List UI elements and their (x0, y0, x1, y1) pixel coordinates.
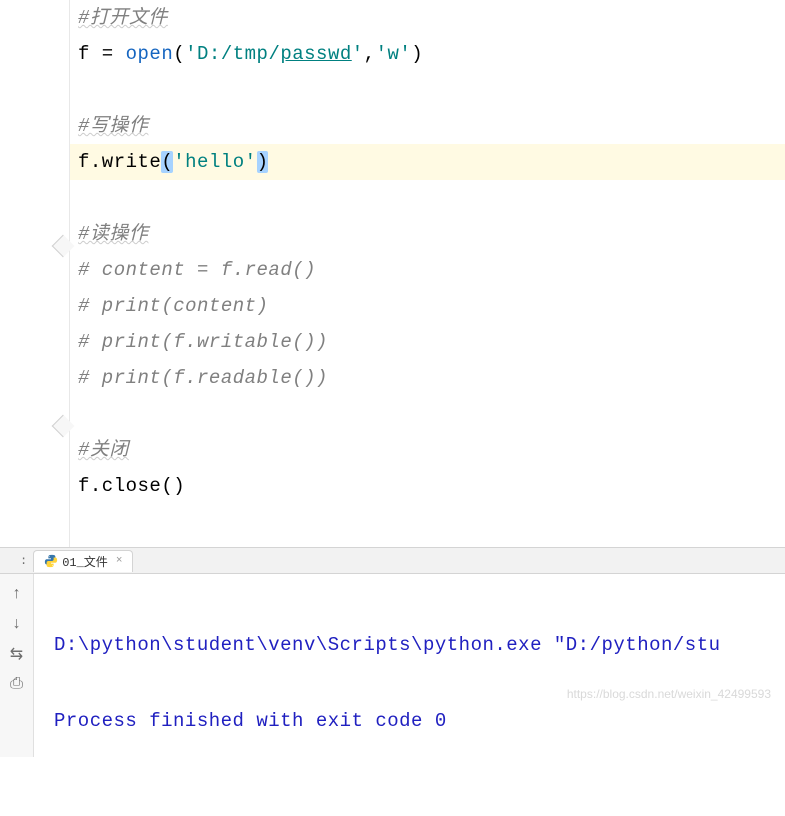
python-file-icon (44, 554, 58, 568)
soft-wrap-icon[interactable]: ⇆ (7, 644, 27, 664)
scroll-down-icon[interactable]: ↓ (7, 614, 27, 634)
fold-marker-icon[interactable] (52, 235, 75, 258)
console-line: Process finished with exit code 0 (54, 710, 447, 732)
code-line-current: f.write('hello') (0, 144, 785, 180)
comment-text: # print(f.readable()) (78, 367, 328, 389)
console-output[interactable]: D:\python\student\venv\Scripts\python.ex… (34, 574, 785, 757)
comment-text: #打开文件 (78, 7, 168, 29)
run-tab-label: 01_文件 (62, 553, 108, 570)
code-line-empty (78, 180, 785, 216)
code-line: f.close() (78, 468, 785, 504)
function-call: open (126, 43, 174, 65)
code-line: # print(content) (78, 288, 785, 324)
comment-text: #写操作 (78, 115, 148, 137)
code-line: #写操作 (78, 108, 785, 144)
code-line: f = open('D:/tmp/passwd','w') (78, 36, 785, 72)
run-tool-window: : 01_文件 × ↑ ↓ ⇆ ⎙ D:\python\student\venv… (0, 547, 785, 757)
bracket-match: ) (257, 151, 269, 173)
code-line: #读操作 (78, 216, 785, 252)
bracket-match: ( (161, 151, 173, 173)
editor-gutter (0, 0, 70, 547)
console-body: ↑ ↓ ⇆ ⎙ D:\python\student\venv\Scripts\p… (0, 574, 785, 757)
code-line-empty (78, 504, 785, 540)
console-toolbar: ↑ ↓ ⇆ ⎙ (0, 574, 34, 757)
comment-text: # print(f.writable()) (78, 331, 328, 353)
code-line-empty (78, 396, 785, 432)
scroll-up-icon[interactable]: ↑ (7, 584, 27, 604)
watermark-text: https://blog.csdn.net/weixin_42499593 (567, 675, 771, 713)
comment-text: # print(content) (78, 295, 268, 317)
code-line-empty (78, 72, 785, 108)
comment-text: #读操作 (78, 223, 148, 245)
code-content[interactable]: #打开文件 f = open('D:/tmp/passwd','w') #写操作… (78, 0, 785, 540)
code-line: #关闭 (78, 432, 785, 468)
comment-text: # content = f.read() (78, 259, 316, 281)
code-line: # content = f.read() (78, 252, 785, 288)
run-tab-bar: : 01_文件 × (0, 548, 785, 574)
code-line: # print(f.writable()) (78, 324, 785, 360)
fold-marker-icon[interactable] (52, 415, 75, 438)
run-label-suffix: : (20, 554, 27, 568)
code-editor[interactable]: #打开文件 f = open('D:/tmp/passwd','w') #写操作… (0, 0, 785, 547)
close-icon[interactable]: × (116, 555, 123, 567)
code-line: # print(f.readable()) (78, 360, 785, 396)
console-line: D:\python\student\venv\Scripts\python.ex… (54, 634, 721, 656)
run-tab[interactable]: 01_文件 × (33, 550, 133, 572)
code-line: #打开文件 (78, 0, 785, 36)
comment-text: #关闭 (78, 439, 129, 461)
print-icon[interactable]: ⎙ (7, 674, 27, 694)
